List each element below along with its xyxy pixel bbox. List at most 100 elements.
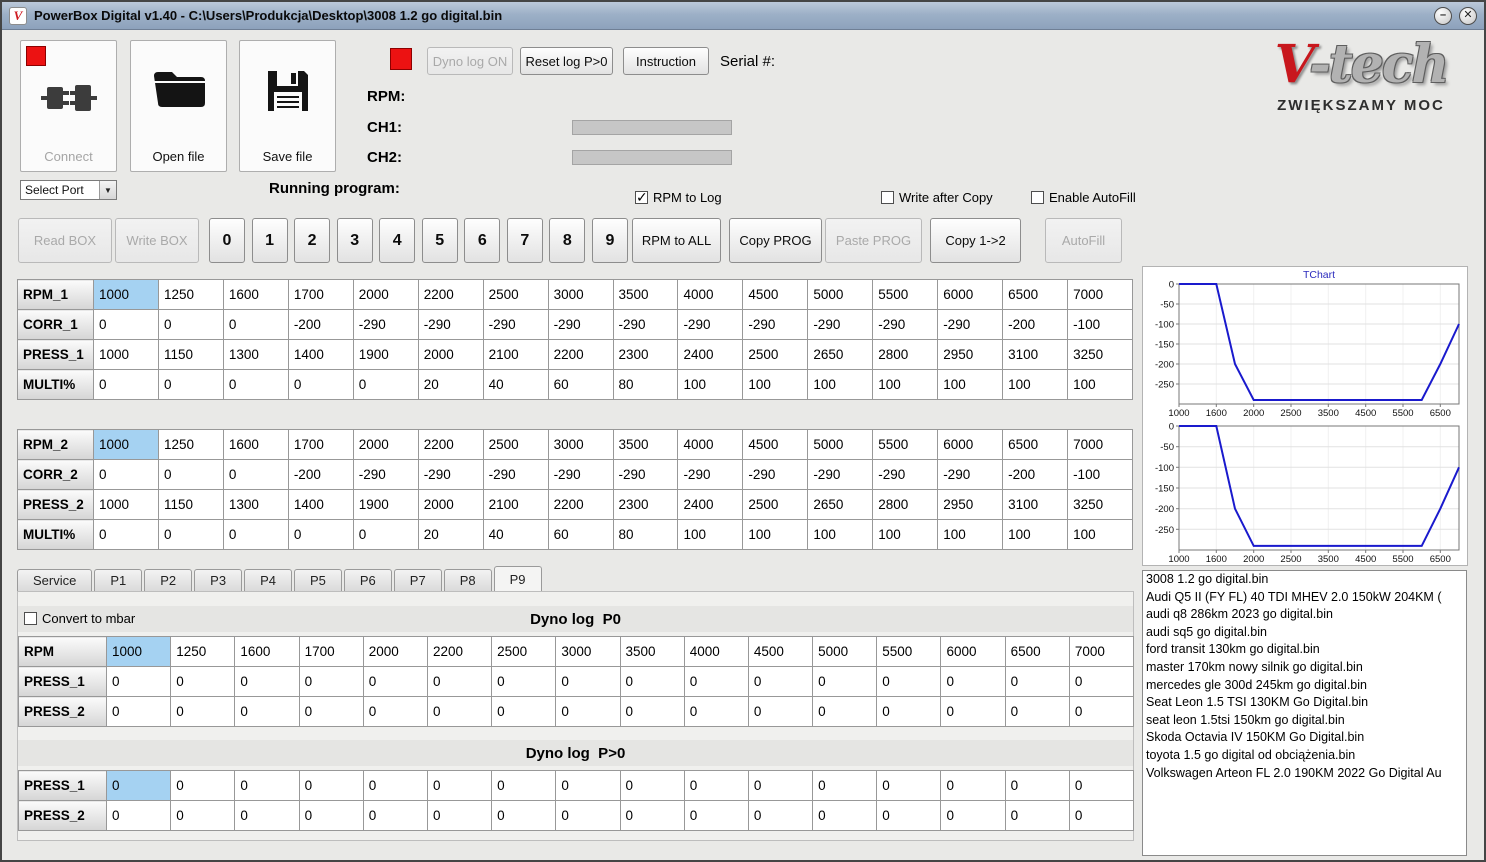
instruction-button[interactable]: Instruction <box>623 47 709 75</box>
table-cell[interactable]: 2500 <box>742 489 809 520</box>
tab[interactable]: P2 <box>144 569 193 592</box>
table-cell[interactable]: 0 <box>876 770 942 801</box>
table-cell[interactable]: 2000 <box>417 489 484 520</box>
table-cell[interactable]: -290 <box>352 309 419 340</box>
table-cell[interactable]: 0 <box>1068 800 1135 831</box>
table-cell[interactable]: 1300 <box>222 489 289 520</box>
table-cell[interactable]: -290 <box>677 459 744 490</box>
table-cell[interactable]: 0 <box>747 666 814 697</box>
table-cell[interactable]: 1900 <box>352 339 419 370</box>
save-file-button[interactable]: Save file <box>239 40 336 172</box>
rpm-to-all-button[interactable]: RPM to ALL <box>632 218 721 263</box>
table-cell[interactable]: 1150 <box>157 339 224 370</box>
table-cell[interactable]: 100 <box>872 519 939 550</box>
digit-button[interactable]: 2 <box>294 218 331 263</box>
table-cell[interactable]: 0 <box>491 770 557 801</box>
table-cell[interactable]: 0 <box>619 800 685 831</box>
table-cell[interactable]: -290 <box>872 459 939 490</box>
file-list-item[interactable]: Volkswagen Arteon FL 2.0 190KM 2022 Go D… <box>1143 765 1466 783</box>
table-cell[interactable]: 0 <box>352 369 419 400</box>
tab[interactable]: Service <box>17 569 93 592</box>
table-cell[interactable]: 2500 <box>482 279 549 310</box>
file-list-item[interactable]: audi q8 286km 2023 go digital.bin <box>1143 606 1466 624</box>
table-cell[interactable]: 3000 <box>547 279 614 310</box>
table-cell[interactable]: 0 <box>940 800 1006 831</box>
table-cell[interactable]: 0 <box>234 800 300 831</box>
table-cell[interactable]: 2950 <box>937 489 1004 520</box>
table-cell[interactable]: 0 <box>1004 696 1070 727</box>
table-cell[interactable]: 0 <box>812 666 878 697</box>
table-cell[interactable]: 5000 <box>812 636 878 667</box>
table-cell[interactable]: 0 <box>747 770 814 801</box>
table-cell[interactable]: 0 <box>555 696 621 727</box>
table-cell[interactable]: 60 <box>547 519 614 550</box>
table-cell[interactable]: 1000 <box>93 339 159 370</box>
table-cell[interactable]: 1700 <box>287 279 354 310</box>
table-cell[interactable]: 0 <box>1004 770 1070 801</box>
table-cell[interactable]: 4000 <box>677 429 744 460</box>
table-cell[interactable]: 0 <box>93 309 159 340</box>
table-cell[interactable]: 0 <box>812 770 878 801</box>
table-cell[interactable]: 2500 <box>491 636 557 667</box>
table-cell[interactable]: 3000 <box>555 636 621 667</box>
table-cell[interactable]: 2200 <box>547 339 614 370</box>
table-cell[interactable]: 0 <box>222 519 289 550</box>
table-cell[interactable]: 2100 <box>482 489 549 520</box>
tab[interactable]: P7 <box>393 569 442 592</box>
table-cell[interactable]: 2400 <box>677 489 744 520</box>
table-cell[interactable]: 1600 <box>222 429 289 460</box>
table-cell[interactable]: 0 <box>1068 770 1135 801</box>
table-cell[interactable]: 0 <box>1004 666 1070 697</box>
table-cell[interactable]: -290 <box>742 459 809 490</box>
table-cell[interactable]: 0 <box>876 666 942 697</box>
file-list-item[interactable]: seat leon 1.5tsi 150km go digital.bin <box>1143 712 1466 730</box>
table-cell[interactable]: 2300 <box>612 339 679 370</box>
table-cell[interactable]: 0 <box>234 696 300 727</box>
table-cell[interactable]: 80 <box>612 369 679 400</box>
table-cell[interactable]: 0 <box>362 696 428 727</box>
table-cell[interactable]: 0 <box>426 696 493 727</box>
table-cell[interactable]: 2200 <box>547 489 614 520</box>
table-cell[interactable]: -290 <box>612 459 679 490</box>
table-cell[interactable]: 7000 <box>1068 636 1135 667</box>
table-cell[interactable]: 0 <box>170 666 236 697</box>
file-list-item[interactable]: Audi Q5 II (FY FL) 40 TDI MHEV 2.0 150kW… <box>1143 589 1466 607</box>
table-cell[interactable]: -290 <box>547 309 614 340</box>
table-cell[interactable]: 1400 <box>287 339 354 370</box>
connect-button[interactable]: Connect <box>20 40 117 172</box>
table-cell[interactable]: 100 <box>807 369 874 400</box>
table-cell[interactable]: 0 <box>940 696 1006 727</box>
table-cell[interactable]: -290 <box>677 309 744 340</box>
table-cell[interactable]: 0 <box>362 666 428 697</box>
tab[interactable]: P9 <box>493 566 542 592</box>
table-cell[interactable]: 6000 <box>940 636 1006 667</box>
table-cell[interactable]: 1150 <box>157 489 224 520</box>
table-cell[interactable]: 100 <box>872 369 939 400</box>
table-cell[interactable]: 1000 <box>105 636 172 667</box>
table-cell[interactable]: 5500 <box>876 636 942 667</box>
table-cell[interactable]: -290 <box>937 309 1004 340</box>
table-cell[interactable]: 0 <box>619 666 685 697</box>
table-cell[interactable]: 100 <box>1067 369 1133 400</box>
table-cell[interactable]: 2000 <box>352 279 419 310</box>
table-cell[interactable]: 5000 <box>807 429 874 460</box>
autofill-button[interactable]: AutoFill <box>1045 218 1122 263</box>
table-cell[interactable]: 1400 <box>287 489 354 520</box>
rpm-to-log-checkbox[interactable]: RPM to Log <box>635 189 722 206</box>
table-cell[interactable]: 1000 <box>93 489 159 520</box>
digit-button[interactable]: 4 <box>379 218 416 263</box>
table-cell[interactable]: 0 <box>287 369 354 400</box>
table-cell[interactable]: 2650 <box>807 339 874 370</box>
table-cell[interactable]: -290 <box>937 459 1004 490</box>
table-cell[interactable]: -290 <box>807 309 874 340</box>
table-cell[interactable]: -200 <box>1002 309 1069 340</box>
table-cell[interactable]: 0 <box>234 666 300 697</box>
table-cell[interactable]: 0 <box>93 369 159 400</box>
table-cell[interactable]: 0 <box>157 459 224 490</box>
table-cell[interactable]: 0 <box>170 770 236 801</box>
table-cell[interactable]: 1000 <box>93 429 159 460</box>
table-cell[interactable]: -290 <box>612 309 679 340</box>
digit-button[interactable]: 7 <box>506 218 543 263</box>
table-cell[interactable]: 1600 <box>234 636 300 667</box>
table-cell[interactable]: 6000 <box>937 279 1004 310</box>
